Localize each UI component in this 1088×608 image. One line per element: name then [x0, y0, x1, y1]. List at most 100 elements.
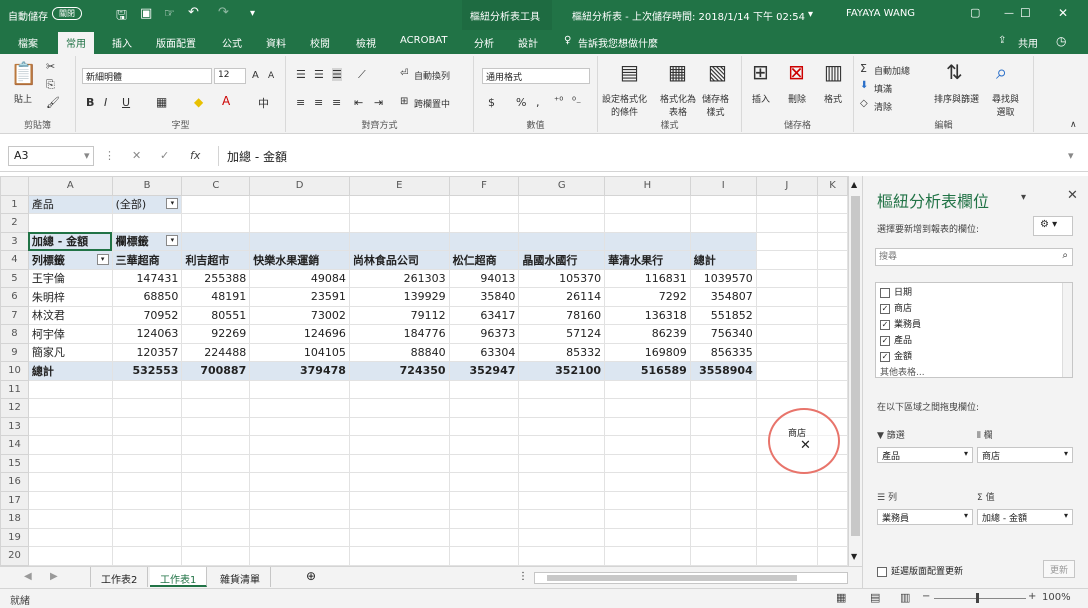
layout-settings-button[interactable]: ⚙ ▾ [1033, 216, 1073, 236]
store-header[interactable]: 尚林食品公司 [348, 250, 450, 270]
filter-dropdown-icon[interactable]: ▾ [166, 198, 179, 210]
cell[interactable] [27, 490, 113, 510]
zoom-slider[interactable] [934, 598, 1026, 599]
cell[interactable] [755, 472, 819, 492]
cell[interactable] [181, 416, 251, 436]
value-cell[interactable]: 80551 [181, 305, 251, 325]
cell[interactable] [518, 453, 606, 473]
minimize-button[interactable]: — [1004, 8, 1014, 19]
row-labels-dropdown-icon[interactable]: ▾ [96, 253, 109, 265]
col-header[interactable]: I [689, 176, 757, 196]
cell[interactable] [249, 213, 350, 233]
tab-formulas[interactable]: 公式 [222, 35, 242, 50]
cell[interactable] [249, 416, 350, 436]
col-header[interactable]: G [518, 176, 606, 196]
cell[interactable] [817, 194, 848, 214]
align-left-icon[interactable]: ≡ [296, 96, 305, 109]
collapse-ribbon-icon[interactable]: ∧ [1070, 120, 1077, 130]
cell[interactable] [689, 231, 757, 251]
cell[interactable] [448, 509, 520, 529]
clear-icon[interactable]: ◇ [860, 98, 868, 109]
cell[interactable] [27, 435, 113, 455]
store-header[interactable]: 華清水果行 [604, 250, 691, 270]
cell[interactable] [27, 398, 113, 418]
salesperson-cell[interactable]: 王宇倫 [27, 268, 113, 288]
chip-dropdown-icon[interactable]: ▾ [964, 449, 968, 458]
cell-styles-icon[interactable]: ▧ [708, 60, 727, 84]
cell[interactable] [755, 194, 819, 214]
format-table-icon[interactable]: ▦ [668, 60, 687, 84]
currency-button[interactable]: $ [488, 96, 495, 109]
row-header[interactable]: 18 [0, 509, 29, 529]
total-cell[interactable]: 700887 [181, 361, 251, 381]
align-bottom-icon[interactable]: ☰ [332, 68, 342, 81]
cell[interactable] [348, 398, 450, 418]
tab-view[interactable]: 檢視 [356, 35, 376, 50]
columns-area[interactable]: ⫴ 欄 商店 ▾ [977, 428, 1073, 498]
conditional-format-icon[interactable]: ▤ [620, 60, 639, 84]
font-size-select[interactable]: 12 [214, 68, 246, 84]
underline-button[interactable]: U [122, 96, 130, 109]
total-cell[interactable]: 379478 [249, 361, 350, 381]
fill-color-icon[interactable]: ◆ [194, 95, 203, 109]
salesperson-cell[interactable]: 簡家凡 [27, 342, 113, 362]
cell[interactable] [755, 324, 819, 344]
cell[interactable] [249, 472, 350, 492]
value-cell[interactable]: 169809 [604, 342, 691, 362]
orientation-icon[interactable]: ⟋ [358, 68, 366, 82]
value-cell[interactable]: 139929 [348, 287, 450, 307]
sum-label-cell[interactable]: 加總 - 金額 [27, 231, 113, 251]
cell[interactable] [817, 490, 848, 510]
find-select-button[interactable]: 尋找與 選取 [992, 92, 1019, 118]
clear-button[interactable]: 清除 [874, 100, 892, 113]
field-item-amount[interactable]: ✓ 金額 [880, 349, 912, 362]
col-header[interactable]: K [817, 176, 848, 196]
store-header[interactable]: 松仁超商 [448, 250, 520, 270]
history-icon[interactable]: ◷ [1056, 34, 1066, 48]
cell[interactable] [448, 213, 520, 233]
cell[interactable] [755, 342, 819, 362]
cell[interactable] [755, 490, 819, 510]
row-header[interactable]: 4 [0, 250, 29, 270]
bold-button[interactable]: B [86, 96, 94, 109]
row-header[interactable]: 9 [0, 342, 29, 362]
zoom-out-icon[interactable]: − [922, 591, 930, 602]
cell[interactable] [604, 546, 691, 566]
grand-total-label[interactable]: 總計 [27, 361, 113, 381]
decrease-indent-icon[interactable]: ⇤ [354, 96, 363, 109]
cell[interactable] [448, 379, 520, 399]
cell[interactable] [249, 231, 350, 251]
cell[interactable] [348, 490, 450, 510]
merge-center-button[interactable]: 跨欄置中 [414, 97, 450, 110]
row-header[interactable]: 12 [0, 398, 29, 418]
cell[interactable] [817, 213, 848, 233]
field-checkbox[interactable] [880, 287, 890, 298]
cell[interactable] [689, 472, 757, 492]
horizontal-scrollbar[interactable] [534, 572, 848, 584]
row-header[interactable]: 1 [0, 194, 29, 214]
align-center-icon[interactable]: ≡ [314, 96, 323, 109]
title-dropdown-icon[interactable]: ▾ [808, 9, 813, 20]
align-right-icon[interactable]: ≡ [332, 96, 341, 109]
conditional-format-button[interactable]: 設定格式化 的條件 [602, 92, 647, 118]
fill-icon[interactable]: ⬇ [860, 80, 868, 91]
cell[interactable] [755, 250, 819, 270]
tab-design[interactable]: 設計 [518, 35, 538, 50]
increase-decimal-icon[interactable]: ⁺⁰ [554, 96, 563, 107]
row-header[interactable]: 15 [0, 453, 29, 473]
cell[interactable] [817, 250, 848, 270]
cell[interactable] [604, 194, 691, 214]
paste-icon[interactable]: 📋 [10, 62, 37, 87]
value-cell[interactable]: 57124 [518, 324, 606, 344]
cell[interactable] [604, 398, 691, 418]
columns-chip[interactable]: 商店 ▾ [977, 447, 1073, 463]
increase-indent-icon[interactable]: ⇥ [374, 96, 383, 109]
cell[interactable] [518, 379, 606, 399]
col-header[interactable]: D [249, 176, 350, 196]
cell[interactable] [689, 453, 757, 473]
cell[interactable] [27, 546, 113, 566]
page-break-icon[interactable]: ▥ [900, 591, 910, 604]
zoom-slider-thumb[interactable] [976, 593, 979, 603]
cell[interactable] [249, 546, 350, 566]
row-header[interactable]: 19 [0, 527, 29, 547]
